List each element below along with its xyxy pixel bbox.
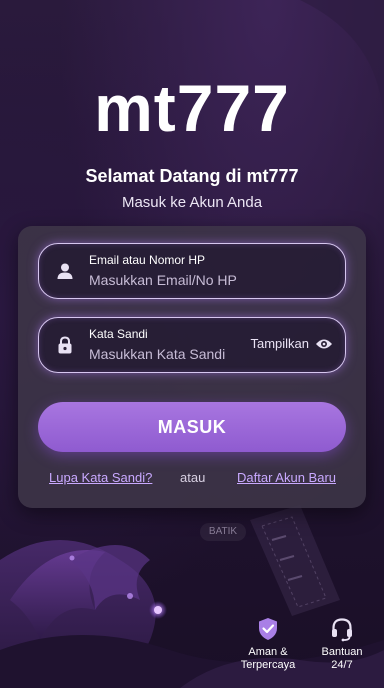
email-label: Email atau Nomor HP bbox=[89, 253, 206, 267]
password-input[interactable] bbox=[89, 344, 259, 364]
feature-support[interactable]: Bantuan 24/7 bbox=[312, 616, 372, 672]
email-field[interactable]: Email atau Nomor HP bbox=[38, 243, 346, 299]
forgot-password-link[interactable]: Lupa Kata Sandi? bbox=[49, 470, 152, 485]
feature-safe-line1: Aman & bbox=[248, 646, 288, 658]
batik-label: BATIK bbox=[200, 523, 246, 541]
app-logo: mt777 bbox=[94, 71, 290, 145]
feature-safe: Aman & Terpercaya bbox=[236, 616, 300, 672]
user-icon bbox=[57, 263, 73, 279]
login-card: Email atau Nomor HP Kata Sandi Tampilkan… bbox=[18, 226, 366, 508]
password-field[interactable]: Kata Sandi Tampilkan bbox=[38, 317, 346, 373]
welcome-title: Selamat Datang di mt777 bbox=[85, 166, 299, 186]
email-input[interactable] bbox=[89, 270, 259, 290]
register-link[interactable]: Daftar Akun Baru bbox=[237, 470, 336, 485]
or-separator: atau bbox=[180, 470, 206, 485]
login-button[interactable]: MASUK bbox=[38, 402, 346, 452]
feature-support-line1: Bantuan bbox=[321, 646, 363, 658]
feature-safe-line2: Terpercaya bbox=[240, 659, 296, 671]
auth-links: Lupa Kata Sandi? atau Daftar Akun Baru bbox=[18, 470, 366, 488]
show-password-label: Tampilkan bbox=[250, 336, 309, 351]
lock-icon bbox=[58, 336, 72, 354]
eye-icon bbox=[316, 339, 332, 348]
show-password-toggle[interactable]: Tampilkan bbox=[250, 336, 333, 351]
welcome-subtitle: Masuk ke Akun Anda bbox=[121, 194, 263, 211]
login-screen: mt777 Selamat Datang di mt777 Masuk ke A… bbox=[0, 0, 384, 688]
headset-icon bbox=[332, 618, 352, 642]
password-label: Kata Sandi bbox=[89, 327, 148, 341]
shield-check-icon bbox=[259, 618, 277, 640]
feature-support-line2: 24/7 bbox=[331, 659, 353, 671]
